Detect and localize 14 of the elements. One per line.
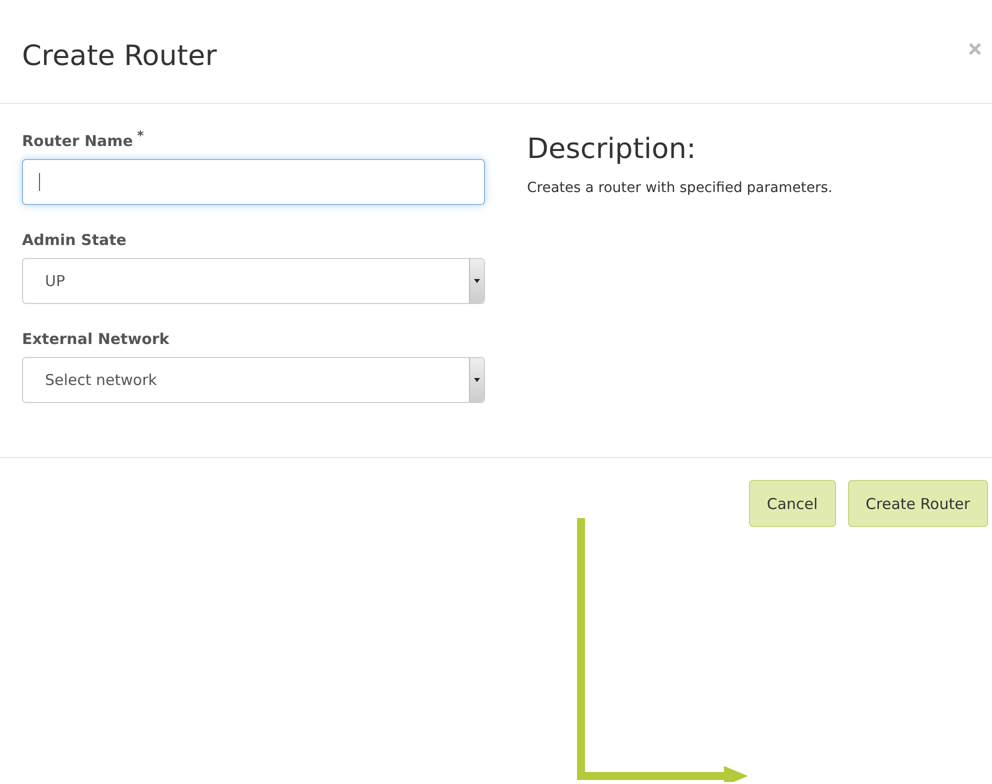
dialog-title: Create Router xyxy=(22,38,217,74)
caret-icon[interactable] xyxy=(474,279,480,283)
description-text: Creates a router with specified parameters. xyxy=(527,180,832,196)
select-field[interactable]: UP xyxy=(22,258,485,304)
field-label: Admin State xyxy=(22,231,126,249)
create-button[interactable]: Create Router xyxy=(848,480,988,527)
select-field[interactable]: Select network xyxy=(22,357,485,403)
required-mark: * xyxy=(136,132,144,146)
text-field[interactable] xyxy=(22,159,485,205)
caret-icon[interactable] xyxy=(474,378,480,382)
cancel-button[interactable]: Cancel xyxy=(748,480,836,527)
field-label: Router Name xyxy=(22,132,133,150)
description-heading: Description: xyxy=(527,132,697,166)
field-label: External Network xyxy=(22,330,170,348)
